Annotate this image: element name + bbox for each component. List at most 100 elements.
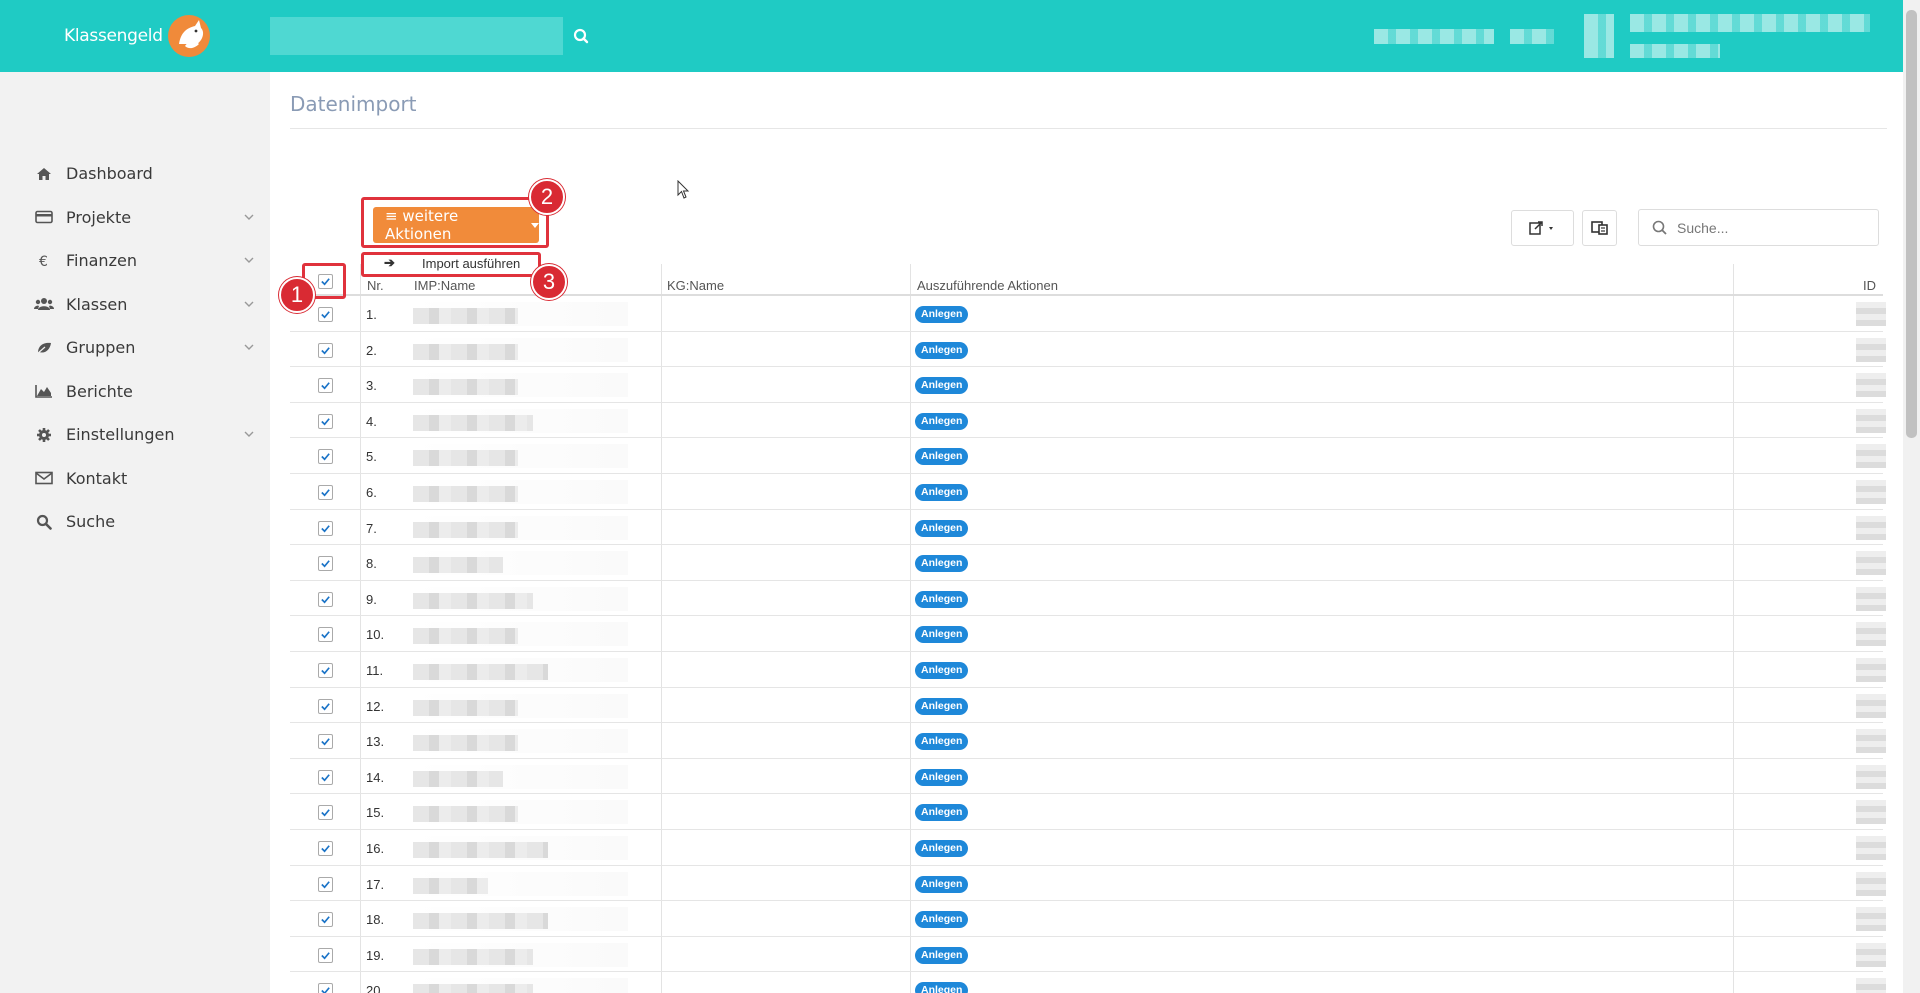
row-checkbox[interactable] xyxy=(318,698,333,714)
table-row[interactable]: 15. Anlegen xyxy=(290,794,1886,830)
id-redacted xyxy=(1856,302,1886,326)
id-redacted xyxy=(1856,978,1886,993)
highlight-import-item xyxy=(361,252,541,277)
sidebar-item-kontakt[interactable]: Kontakt xyxy=(0,457,270,501)
table-row[interactable]: 13. Anlegen xyxy=(290,723,1886,759)
row-checkbox[interactable] xyxy=(318,947,333,963)
imp-name-redacted xyxy=(413,557,503,574)
table-row[interactable]: 4. Anlegen xyxy=(290,403,1886,439)
table-row[interactable]: 16. Anlegen xyxy=(290,830,1886,866)
table-search-input[interactable] xyxy=(1677,219,1877,236)
sidebar-item-einstellungen[interactable]: Einstellungen xyxy=(0,413,270,457)
app-logo[interactable]: Klassengeld xyxy=(64,14,213,58)
row-checkbox[interactable] xyxy=(318,449,333,465)
columns-icon xyxy=(1590,221,1608,235)
table-row[interactable]: 18. Anlegen xyxy=(290,901,1886,937)
check-icon xyxy=(321,702,330,711)
imp-name-redacted xyxy=(413,485,518,502)
column-header-kg-name[interactable]: KG:Name xyxy=(667,278,724,293)
import-table: Nr. IMP:Name KG:Name Auszuführende Aktio… xyxy=(290,264,1886,993)
row-checkbox[interactable] xyxy=(318,912,333,928)
row-checkbox[interactable] xyxy=(318,556,333,572)
check-icon xyxy=(321,524,330,533)
row-checkbox[interactable] xyxy=(318,520,333,536)
action-badge: Anlegen xyxy=(915,306,969,323)
sidebar-item-projekte[interactable]: Projekte xyxy=(0,196,270,240)
table-row[interactable]: 8. Anlegen xyxy=(290,545,1886,581)
scrollbar-thumb[interactable] xyxy=(1906,10,1917,438)
sidebar-item-berichte[interactable]: Berichte xyxy=(0,370,270,414)
row-checkbox[interactable] xyxy=(318,769,333,785)
row-number: 1. xyxy=(366,307,377,322)
user-name-blurred[interactable] xyxy=(1630,14,1870,32)
row-number: 8. xyxy=(366,556,377,572)
export-icon xyxy=(1528,221,1553,235)
chevron-down-icon xyxy=(242,210,256,224)
id-redacted xyxy=(1856,373,1886,398)
action-badge: Anlegen xyxy=(915,946,969,964)
table-row[interactable]: 1. Anlegen xyxy=(290,296,1886,332)
table-row[interactable]: 17. Anlegen xyxy=(290,866,1886,902)
sidebar-nav: Dashboard Projekte € Finanzen Klassen Gruppen… xyxy=(0,152,270,544)
user-info-blurred xyxy=(1374,29,1494,44)
table-row[interactable]: 6. Anlegen xyxy=(290,474,1886,510)
export-button[interactable] xyxy=(1511,210,1574,246)
imp-name-redacted xyxy=(413,699,518,716)
action-badge: Anlegen xyxy=(915,804,969,822)
row-checkbox[interactable] xyxy=(318,591,333,607)
row-checkbox[interactable] xyxy=(318,734,333,750)
imp-name-redacted xyxy=(413,735,518,752)
id-redacted xyxy=(1856,693,1886,718)
column-header-id[interactable]: ID xyxy=(1863,278,1876,293)
row-checkbox[interactable] xyxy=(318,840,333,856)
check-icon xyxy=(321,667,330,675)
table-row[interactable]: 11. Anlegen xyxy=(290,652,1886,688)
row-checkbox[interactable] xyxy=(318,627,333,643)
check-icon xyxy=(321,773,330,782)
row-checkbox[interactable] xyxy=(318,484,333,500)
column-header-imp-name[interactable]: IMP:Name xyxy=(414,278,475,293)
sidebar-item-finanzen[interactable]: € Finanzen xyxy=(0,239,270,283)
row-checkbox[interactable] xyxy=(318,378,333,394)
annotation-badge-3: 3 xyxy=(531,264,567,300)
column-header-actions[interactable]: Auszuführende Aktionen xyxy=(917,278,1058,293)
sidebar-item-dashboard[interactable]: Dashboard xyxy=(0,152,270,196)
sidebar-item-label: Suche xyxy=(66,512,116,532)
table-row[interactable]: 12. Anlegen xyxy=(290,688,1886,724)
row-checkbox[interactable] xyxy=(318,307,333,322)
row-checkbox[interactable] xyxy=(318,983,333,993)
table-row[interactable]: 9. Anlegen xyxy=(290,581,1886,617)
row-checkbox[interactable] xyxy=(318,413,333,429)
user-avatar-blurred[interactable] xyxy=(1584,14,1614,58)
imp-name-redacted xyxy=(413,841,548,858)
row-checkbox[interactable] xyxy=(318,342,333,358)
row-checkbox[interactable] xyxy=(318,805,333,821)
action-badge: Anlegen xyxy=(915,448,969,466)
table-row[interactable]: 20. Anlegen xyxy=(290,972,1886,993)
table-row[interactable]: 10. Anlegen xyxy=(290,616,1886,652)
action-badge: Anlegen xyxy=(915,555,969,573)
sidebar-item-suche[interactable]: Suche xyxy=(0,500,270,544)
table-row[interactable]: 3. Anlegen xyxy=(290,367,1886,403)
table-row[interactable]: 19. Anlegen xyxy=(290,937,1886,973)
id-redacted xyxy=(1856,907,1886,932)
table-row[interactable]: 2. Anlegen xyxy=(290,332,1886,368)
sidebar-item-klassen[interactable]: Klassen xyxy=(0,283,270,327)
columns-toggle-button[interactable] xyxy=(1582,210,1617,246)
table-row[interactable]: 7. Anlegen xyxy=(290,510,1886,546)
column-header-nr[interactable]: Nr. xyxy=(367,278,384,293)
sidebar-item-label: Klassen xyxy=(66,294,128,314)
envelope-icon xyxy=(34,468,54,488)
check-icon xyxy=(321,346,330,355)
row-checkbox[interactable] xyxy=(318,876,333,892)
row-checkbox[interactable] xyxy=(318,662,333,678)
imp-name-redacted xyxy=(413,770,503,787)
table-row[interactable]: 14. Anlegen xyxy=(290,759,1886,795)
chevron-down-icon xyxy=(242,340,256,354)
table-search[interactable] xyxy=(1638,209,1879,246)
sidebar-item-label: Berichte xyxy=(66,381,133,401)
search-icon[interactable] xyxy=(568,24,594,48)
global-search-input[interactable] xyxy=(270,17,563,55)
table-row[interactable]: 5. Anlegen xyxy=(290,438,1886,474)
sidebar-item-gruppen[interactable]: Gruppen xyxy=(0,326,270,370)
